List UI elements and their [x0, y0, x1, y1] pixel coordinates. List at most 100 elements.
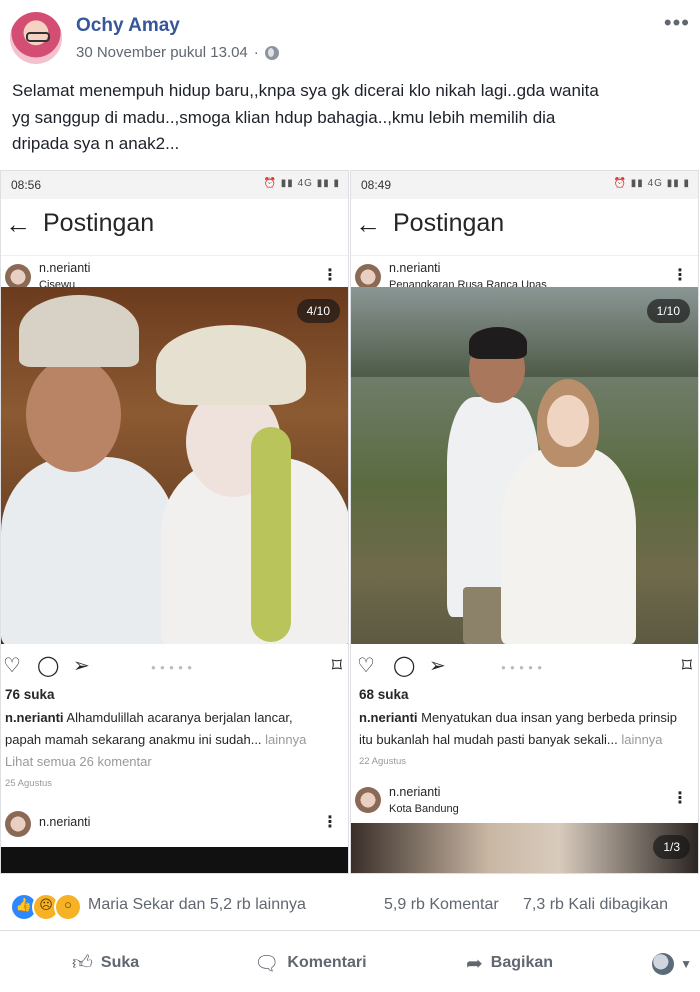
comment-icon: ◯ — [393, 655, 416, 677]
like-label: Suka — [100, 954, 140, 971]
back-arrow-icon: ← — [355, 209, 381, 239]
shares-count[interactable]: 7,3 rb Kali dibagikan — [523, 896, 668, 914]
caption-text: Alhamdulillah acaranya berjalan lancar, — [63, 710, 293, 725]
account-username: n.nerianti — [39, 815, 91, 829]
comment-button[interactable]: 🗨︎ Komentari — [254, 947, 367, 979]
caret-down-icon: ▼ — [680, 957, 692, 971]
kebab-menu-icon: ⋮ — [672, 267, 688, 284]
post-timestamp[interactable]: 30 November pukul 13.04 — [76, 44, 248, 61]
wedding-photo: 4/10 — [1, 287, 348, 644]
status-time: 08:56 — [11, 178, 42, 192]
like-button[interactable]: 👍︎ Suka — [72, 947, 139, 979]
bookmark-icon: ⌑ — [331, 655, 342, 677]
ig-caption-line2: itu bukanlah hal mudah pasti banyak seka… — [359, 732, 663, 747]
more-link: lainnya — [261, 732, 307, 747]
comments-count[interactable]: 5,9 rb Komentar — [384, 896, 499, 914]
comment-label: Komentari — [287, 954, 367, 971]
next-post-header: n.nerianti Kota Bandung ⋮ — [351, 779, 698, 821]
share-label: Bagikan — [490, 954, 554, 971]
groom-figure — [1, 457, 176, 644]
groom-headdress — [19, 295, 139, 367]
jasmine-garland — [251, 427, 291, 642]
facebook-post: Ochy Amay 30 November pukul 13.04 · ••• … — [0, 0, 700, 992]
caption-text-2: papah mamah sekarang anakmu ini sudah... — [5, 732, 262, 747]
share-button[interactable]: ➦ Bagikan — [466, 947, 553, 979]
woman-figure — [501, 447, 636, 644]
status-bar: 08:56 ⏰ ▮▮ 4G ▮▮ ▮ — [1, 171, 348, 199]
ig-caption-line2: papah mamah sekarang anakmu ini sudah...… — [5, 732, 306, 747]
likes-count: 68 suka — [359, 687, 409, 702]
thumbs-up-icon: 👍︎ — [72, 952, 93, 974]
account-avatar — [5, 811, 31, 837]
ig-caption-line1: n.nerianti Menyatukan dua insan yang ber… — [359, 710, 677, 725]
account-username: n.nerianti — [389, 785, 441, 799]
status-time: 08:49 — [361, 178, 392, 192]
caption-line: yg sanggup di madu..,smoga klian hdup ba… — [12, 107, 556, 127]
kebab-menu-icon: ⋮ — [672, 790, 688, 807]
caption-line: Selamat menempuh hidup baru,,knpa sya gk… — [12, 81, 599, 100]
caption-line: dripada sya n anak2... — [12, 134, 180, 153]
bookmark-icon: ⌑ — [681, 655, 692, 677]
speech-bubble-icon: 🗨︎ — [254, 952, 280, 975]
account-location: Kota Bandung — [389, 803, 459, 815]
globe-icon — [264, 45, 279, 60]
reaction-identity-selector[interactable]: ▼ — [652, 953, 692, 975]
kebab-menu-icon: ⋮ — [322, 814, 338, 831]
account-avatar — [355, 787, 381, 813]
reactions-summary: 👍 ☹ ○ Maria Sekar dan 5,2 rb lainnya 5,9… — [0, 880, 700, 931]
author-avatar[interactable] — [10, 12, 62, 64]
carousel-dots: ● ● ● ● ● — [501, 663, 544, 672]
instagram-screenshot-right[interactable]: 08:49 ⏰ ▮▮ 4G ▮▮ ▮ ← Postingan n.neriant… — [350, 170, 699, 874]
reactions-names[interactable]: Maria Sekar dan 5,2 rb lainnya — [88, 896, 306, 914]
next-photo-strip: 1/3 — [351, 823, 698, 873]
account-username: n.nerianti — [389, 261, 441, 275]
action-bar: 👍︎ Suka 🗨︎ Komentari ➦ Bagikan ▼ — [0, 935, 700, 992]
back-arrow-icon: ← — [5, 209, 31, 239]
comment-icon: ◯ — [37, 655, 60, 677]
carousel-dots: ● ● ● ● ● — [151, 663, 194, 672]
author-name[interactable]: Ochy Amay — [76, 15, 180, 37]
woman-face — [547, 395, 589, 447]
next-photo-strip — [1, 847, 348, 873]
kebab-menu-icon: ⋮ — [322, 267, 338, 284]
wow-reaction-icon[interactable]: ○ — [54, 893, 82, 921]
status-bar: 08:49 ⏰ ▮▮ 4G ▮▮ ▮ — [351, 171, 698, 199]
view-comments: Lihat semua 26 komentar — [5, 754, 152, 769]
status-icons: ⏰ ▮▮ 4G ▮▮ ▮ — [263, 178, 340, 189]
likes-count: 76 suka — [5, 687, 55, 702]
caption-text: Menyatukan dua insan yang berbeda prinsi… — [417, 710, 677, 725]
caption-username: n.nerianti — [5, 710, 64, 725]
prewedding-photo: 1/10 — [351, 287, 698, 644]
ig-caption-line1: n.nerianti Alhamdulillah acaranya berjal… — [5, 710, 293, 725]
bride-crown — [156, 325, 306, 405]
screen-title: Postingan — [43, 209, 155, 237]
screen-title: Postingan — [393, 209, 505, 237]
photo-counter: 1/3 — [653, 835, 690, 859]
status-icons: ⏰ ▮▮ 4G ▮▮ ▮ — [613, 178, 690, 189]
caption-text-2: itu bukanlah hal mudah pasti banyak seka… — [359, 732, 618, 747]
send-icon: ➢ — [73, 655, 90, 677]
photo-counter: 1/10 — [646, 299, 690, 323]
more-link: lainnya — [617, 732, 663, 747]
send-icon: ➢ — [429, 655, 446, 677]
caption-username: n.nerianti — [359, 710, 418, 725]
instagram-screenshot-left[interactable]: 08:56 ⏰ ▮▮ 4G ▮▮ ▮ ← Postingan n.neriant… — [0, 170, 349, 874]
post-meta: 30 November pukul 13.04 · — [76, 44, 279, 61]
groom-head — [26, 357, 121, 472]
post-actions: ♡ ◯ ➢ ● ● ● ● ● ⌑ — [1, 649, 348, 683]
heart-icon: ♡ — [3, 655, 21, 677]
top-bar: ← Postingan — [351, 199, 698, 255]
post-date: 25 Agustus — [5, 778, 53, 789]
post-date: 22 Agustus — [359, 756, 407, 767]
photo-counter: 4/10 — [296, 299, 340, 323]
account-username: n.nerianti — [39, 261, 91, 275]
heart-icon: ♡ — [357, 655, 375, 677]
post-caption: Selamat menempuh hidup baru,,knpa sya gk… — [12, 78, 692, 158]
more-options-icon[interactable]: ••• — [664, 10, 690, 36]
viewer-avatar — [652, 953, 675, 975]
man-hair — [469, 327, 527, 359]
next-post-header: n.nerianti ⋮ — [1, 803, 348, 845]
share-arrow-icon: ➦ — [466, 952, 483, 975]
post-actions: ♡ ◯ ➢ ● ● ● ● ● ⌑ — [351, 649, 698, 683]
top-bar: ← Postingan — [1, 199, 348, 255]
